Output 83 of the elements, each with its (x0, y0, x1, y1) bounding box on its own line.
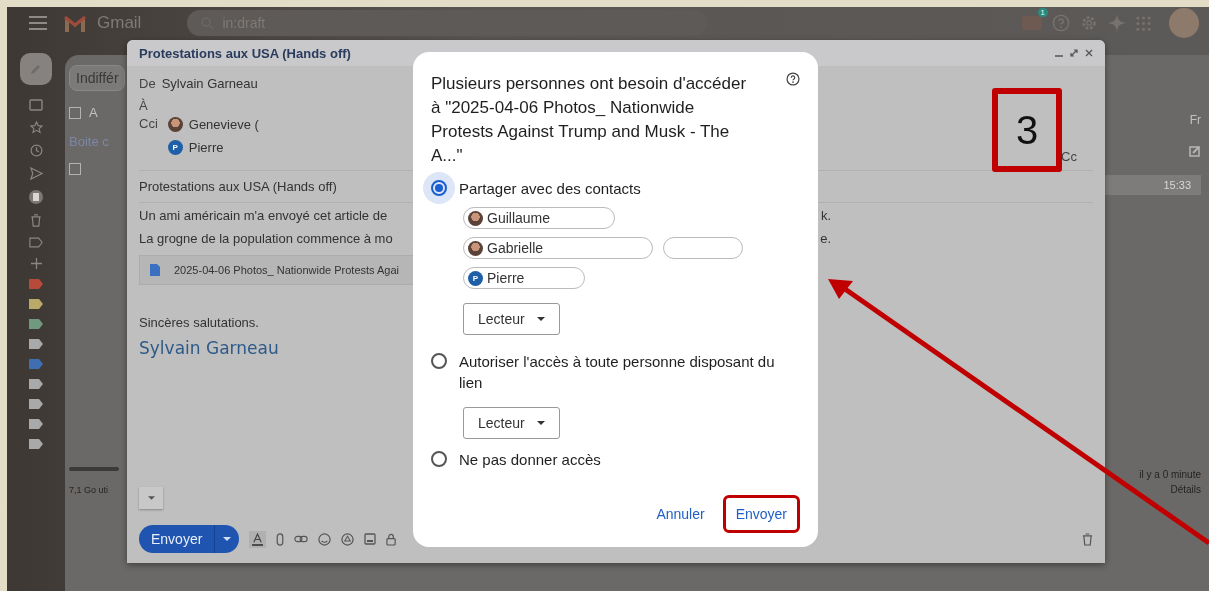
tag-icon[interactable] (29, 359, 43, 369)
caret-icon[interactable] (223, 537, 232, 541)
radio-button[interactable] (431, 451, 447, 467)
tag-icon[interactable] (29, 399, 43, 409)
radio-button[interactable] (431, 353, 447, 369)
contact-chip[interactable]: P Pierre (463, 267, 585, 289)
send-button[interactable]: Envoyer (139, 525, 240, 553)
menu-icon[interactable] (29, 16, 47, 30)
tag-icon[interactable] (29, 319, 43, 329)
link-icon[interactable] (294, 535, 309, 543)
avatar-icon (468, 240, 483, 256)
select-label: A (89, 105, 98, 120)
signature-text: Sylvain Garneau (139, 338, 279, 358)
body-text: La grogne de la population commence à mo (139, 230, 393, 246)
gmail-logo-icon (63, 14, 87, 32)
tag-icon[interactable] (29, 279, 43, 289)
image-icon[interactable] (364, 533, 377, 545)
option-label: Autoriser l'accès à toute personne disposant du lien (459, 352, 776, 393)
letter-avatar: P (468, 270, 483, 286)
body-text: Un ami américain m'a envoyé cet article de (139, 207, 388, 223)
label-icon[interactable] (29, 237, 43, 248)
recipient-chip[interactable]: P Pierre (163, 139, 362, 156)
avatar-icon (167, 117, 183, 132)
tag-icon[interactable] (29, 419, 43, 429)
tag-icon[interactable] (29, 439, 43, 449)
caret-icon (536, 421, 545, 425)
compose-button[interactable] (20, 53, 52, 85)
recipient-chip[interactable]: Genevieve ( (163, 116, 362, 133)
avatar-icon (468, 210, 483, 226)
bcc-label: Cci (139, 116, 158, 133)
dialog-button[interactable]: Envoyer (725, 498, 797, 530)
plus-icon[interactable] (30, 258, 42, 269)
contact-chip[interactable] (663, 237, 743, 259)
pencil-icon (30, 63, 42, 75)
body-text: k. (820, 207, 831, 223)
star-icon[interactable] (29, 121, 43, 134)
caret-icon (536, 317, 545, 321)
contact-chip[interactable]: Guillaume (463, 207, 615, 229)
option-label: Partager avec des contacts (459, 179, 642, 199)
trash-icon[interactable] (1082, 532, 1093, 546)
from-value: Sylvain Garneau (161, 75, 258, 91)
activity-text: il y a 0 minute (1139, 469, 1201, 480)
help-icon[interactable] (786, 72, 800, 86)
from-label: De (139, 75, 156, 91)
checkbox[interactable] (69, 106, 81, 119)
body-text: e. (820, 230, 831, 246)
notification-badge: 1 (1037, 8, 1048, 17)
to-label: À (139, 97, 148, 113)
role-dropdown[interactable]: Lecteur (463, 407, 560, 439)
contact-chip[interactable]: Gabrielle (463, 237, 653, 259)
option-label: Ne pas donner accès (459, 450, 602, 470)
draft-icon[interactable] (29, 190, 43, 204)
app-name: Gmail (97, 13, 142, 33)
trash-icon[interactable] (30, 214, 42, 227)
document-icon (150, 264, 160, 276)
tag-icon[interactable] (29, 379, 43, 389)
dialog-title: Plusieurs personnes ont besoin d'accéder à "2025-04-06 Photos_ Nationwide Protests Against Trump and Musk - The A..." (431, 73, 748, 167)
lock-icon[interactable] (386, 532, 398, 546)
cc-link[interactable]: Cc (1061, 149, 1077, 164)
closing-text: Sincères salutations. (139, 315, 259, 330)
checkbox[interactable] (69, 163, 81, 175)
dialog-button[interactable]: Annuler (646, 498, 715, 530)
clock-icon[interactable] (29, 144, 43, 157)
tag-icon[interactable] (29, 299, 43, 309)
inbox-icon[interactable] (29, 99, 43, 111)
text-format-icon[interactable] (249, 530, 267, 548)
emoji-icon[interactable] (318, 532, 332, 546)
send-icon[interactable] (29, 167, 43, 180)
compose-title: Protestations aux USA (Hands off) (139, 45, 351, 61)
paperclip-icon[interactable] (276, 532, 285, 546)
edit-icon[interactable] (1189, 145, 1201, 157)
attachment-card[interactable]: 2025-04-06 Photos_ Nationwide Protests Agai (139, 255, 415, 285)
expand-icon[interactable] (1070, 49, 1078, 57)
role-dropdown[interactable]: Lecteur (463, 303, 560, 335)
storage-text: 7,1 Go uti (69, 485, 110, 495)
caret-icon (147, 496, 155, 500)
letter-avatar: P (167, 140, 183, 155)
mail-time: 15:33 (1105, 175, 1201, 195)
close-icon[interactable] (1085, 49, 1093, 57)
storage-bar (69, 467, 119, 471)
step-number: 3 (992, 88, 1062, 172)
options-dropdown[interactable] (139, 487, 163, 509)
tag-icon[interactable] (29, 339, 43, 349)
